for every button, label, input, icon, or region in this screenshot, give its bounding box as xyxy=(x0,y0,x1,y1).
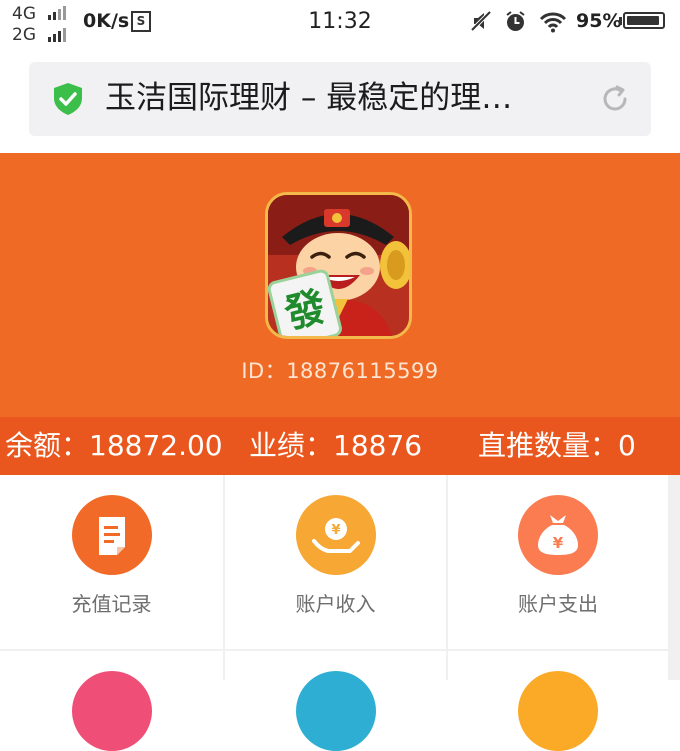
profile-header: 發 ID：18876115599 xyxy=(0,153,680,418)
yuan-hand-icon: ¥ xyxy=(295,495,376,575)
document-icon xyxy=(71,495,152,575)
battery-cap xyxy=(619,17,622,25)
menu-label: 账户收入 xyxy=(295,592,376,616)
svg-text:¥: ¥ xyxy=(331,523,340,538)
stats-bar: 余额：18872.00 业绩：18876 直推数量：0 xyxy=(0,417,680,475)
menu-label: 充值记录 xyxy=(71,592,152,616)
menu-label: 账户支出 xyxy=(518,592,598,616)
performance-stat: 业绩：18876 xyxy=(249,429,423,462)
direct-referrals-stat: 直推数量：0 xyxy=(478,429,636,462)
menu-item-4[interactable] xyxy=(0,651,223,751)
mute-icon xyxy=(470,10,492,36)
alarm-icon xyxy=(504,10,527,37)
user-id: ID：18876115599 xyxy=(241,359,439,383)
status-bar: 4G 2G 0K/s S 11:32 95% xyxy=(0,0,680,46)
avatar[interactable]: 發 xyxy=(265,192,412,339)
menu-icon-circle xyxy=(518,671,598,751)
menu-item-account-expenses[interactable]: ¥ 账户支出 xyxy=(448,475,668,649)
menu-item-5[interactable] xyxy=(225,651,446,751)
menu-item-recharge-records[interactable]: 充值记录 xyxy=(0,475,223,649)
balance-stat: 余额：18872.00 xyxy=(5,429,223,462)
menu-item-account-income[interactable]: ¥ 账户收入 xyxy=(225,475,446,649)
battery-percent: 95% xyxy=(576,10,622,32)
page-title[interactable]: 玉洁国际理财 – 最稳定的理… xyxy=(105,78,585,118)
address-bar[interactable]: 玉洁国际理财 – 最稳定的理… xyxy=(29,62,651,136)
money-bag-icon: ¥ xyxy=(518,495,598,575)
menu-icon-circle xyxy=(71,671,152,751)
shield-check-icon xyxy=(51,81,85,121)
wifi-icon xyxy=(539,11,567,37)
battery-icon xyxy=(623,12,665,29)
svg-text:¥: ¥ xyxy=(553,534,564,552)
menu-grid: 充值记录 ¥ 账户收入 ¥ 账户支出 xyxy=(0,475,680,751)
menu-icon-circle xyxy=(295,671,376,751)
menu-item-6[interactable] xyxy=(448,651,668,751)
reload-icon[interactable] xyxy=(599,83,631,119)
